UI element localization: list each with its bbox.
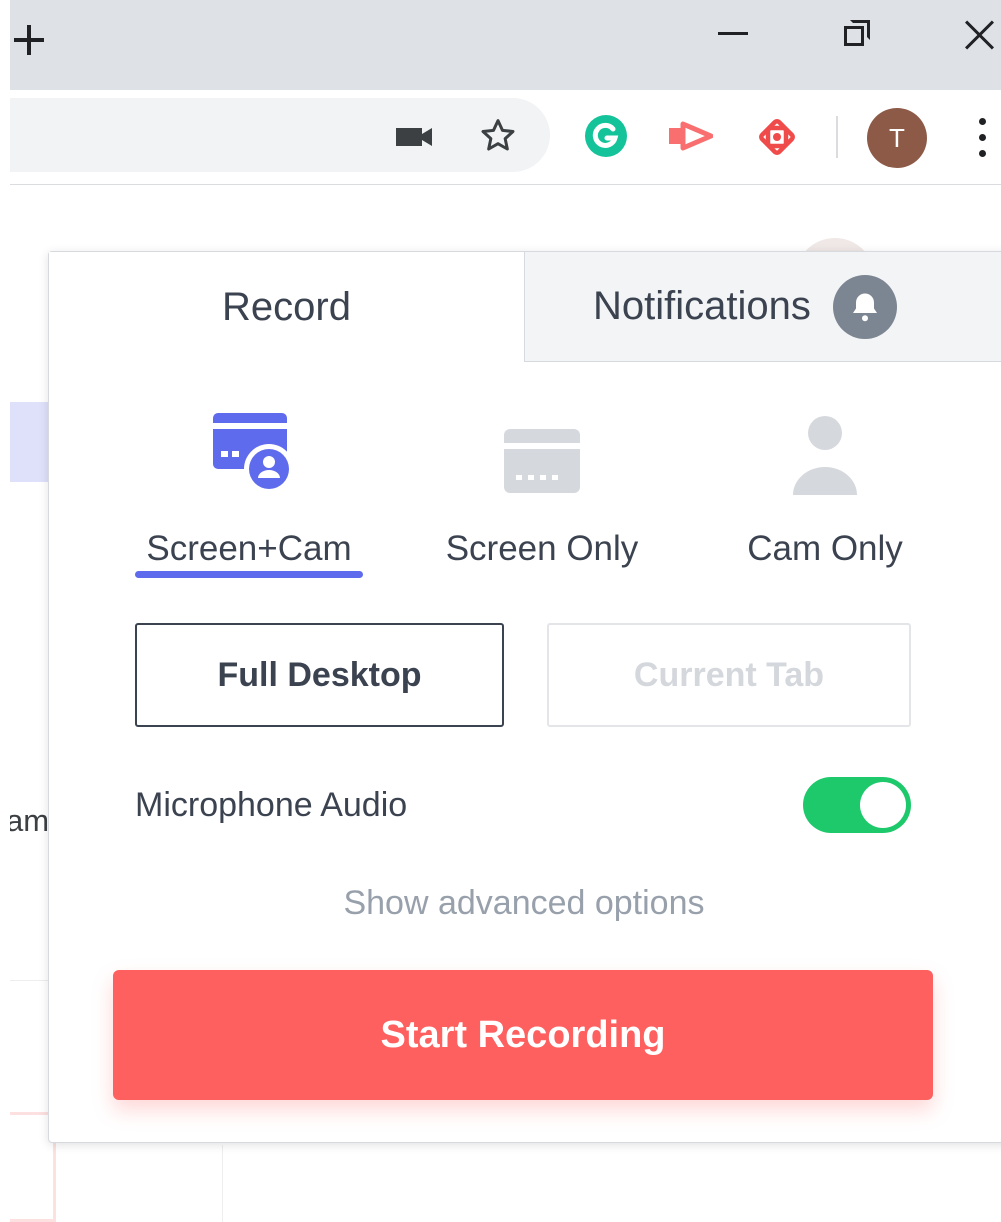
kebab-menu-icon[interactable] xyxy=(972,114,992,162)
address-bar[interactable] xyxy=(0,98,550,172)
microphone-audio-label: Microphone Audio xyxy=(135,786,408,824)
new-tab-icon[interactable] xyxy=(10,20,50,60)
recorder-popup: Record Notifications Screen+Cam Screen O… xyxy=(48,251,1001,1143)
mode-screen-cam[interactable]: Screen+Cam xyxy=(135,397,363,569)
tab-notifications-label: Notifications xyxy=(593,284,811,328)
full-desktop-label: Full Desktop xyxy=(217,655,422,694)
star-icon[interactable] xyxy=(476,114,520,158)
mode-screen-only[interactable]: Screen Only xyxy=(429,397,655,569)
minimize-icon[interactable] xyxy=(718,32,748,35)
mode-selected-indicator xyxy=(135,571,363,578)
start-recording-button[interactable]: Start Recording xyxy=(113,970,933,1100)
start-recording-label: Start Recording xyxy=(380,1013,666,1056)
background-divider-vertical xyxy=(222,1145,223,1222)
loom-icon[interactable] xyxy=(665,112,715,160)
full-desktop-button[interactable]: Full Desktop xyxy=(135,623,504,727)
bell-icon xyxy=(832,274,897,339)
mode-cam-only[interactable]: Cam Only xyxy=(739,397,911,569)
screen-cam-icon xyxy=(201,397,297,497)
current-tab-label: Current Tab xyxy=(633,655,825,694)
restore-icon[interactable] xyxy=(842,18,872,48)
microphone-audio-toggle[interactable] xyxy=(803,777,911,833)
camera-icon[interactable] xyxy=(392,120,436,154)
red-swirl-icon[interactable] xyxy=(752,112,802,162)
close-icon[interactable] xyxy=(962,16,998,52)
tab-notifications[interactable]: Notifications xyxy=(524,252,1001,362)
profile-avatar[interactable]: T xyxy=(867,108,927,168)
current-tab-button[interactable]: Current Tab xyxy=(547,623,911,727)
tab-record-label: Record xyxy=(222,284,351,329)
browser-titlebar xyxy=(0,0,1001,90)
toolbar-separator xyxy=(836,116,838,158)
mode-cam-only-label: Cam Only xyxy=(747,529,903,568)
profile-initial: T xyxy=(889,122,905,153)
mode-screen-only-label: Screen Only xyxy=(445,529,639,568)
toggle-knob xyxy=(860,782,906,828)
person-icon xyxy=(790,397,860,497)
page-left-edge xyxy=(0,0,10,1222)
tab-record[interactable]: Record xyxy=(49,252,524,362)
screen-icon xyxy=(502,397,582,497)
background-text-fragment: am xyxy=(6,803,50,838)
grammarly-icon[interactable] xyxy=(582,112,630,160)
mode-screen-cam-label: Screen+Cam xyxy=(146,529,352,568)
show-advanced-options-link[interactable]: Show advanced options xyxy=(49,884,999,923)
browser-toolbar: T xyxy=(0,90,1001,185)
